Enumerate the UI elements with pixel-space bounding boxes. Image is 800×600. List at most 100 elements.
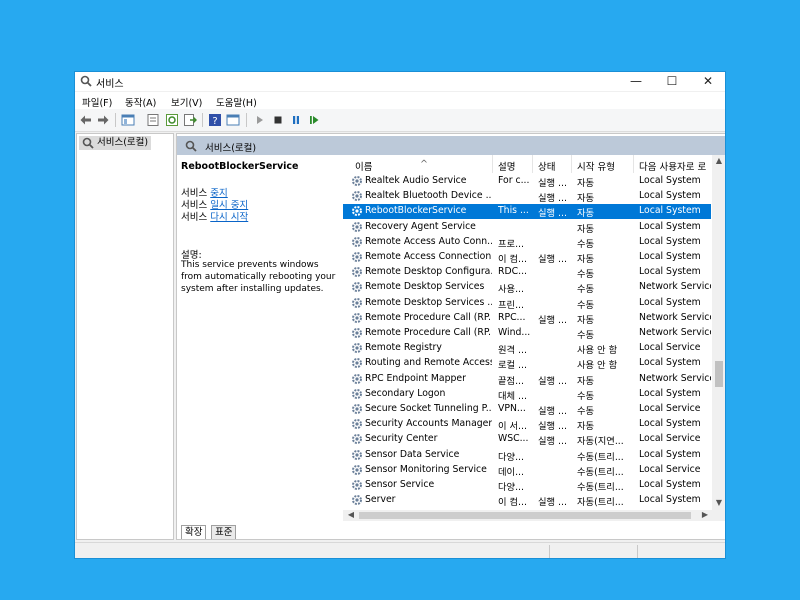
service-startup-type: 자동	[577, 178, 595, 189]
service-log-on-as: Local System	[639, 220, 701, 232]
service-log-on-as: Local System	[639, 357, 701, 369]
service-detail-panel: RebootBlockerService 서비스 중지 서비스 일시 중지 서비…	[177, 155, 342, 519]
service-startup-type: 자동	[577, 314, 595, 326]
services-icon	[82, 137, 94, 149]
scroll-right-icon[interactable]: ▶	[698, 510, 712, 519]
minimize-button[interactable]: —	[618, 72, 654, 91]
service-name: Realtek Audio Service	[365, 175, 467, 186]
service-log-on-as: Local System	[639, 190, 701, 202]
service-startup-type: 수동	[577, 390, 595, 402]
service-row[interactable]: Security Center WSC... 실행 ... 자동(지연... Local…	[343, 432, 711, 447]
service-name: Realtek Bluetooth Device ...	[365, 190, 492, 202]
service-row[interactable]: Remote Desktop Services ... 프린... 수동 Local …	[343, 296, 711, 311]
service-status: 실행 ...	[538, 497, 567, 509]
service-status: 실행 ...	[538, 375, 567, 387]
service-desc: 사용...	[498, 284, 524, 296]
pause-service-icon[interactable]	[289, 113, 303, 127]
service-name: Remote Desktop Services ...	[365, 296, 492, 308]
service-gear-icon	[352, 267, 362, 278]
tab-standard[interactable]: 표준	[211, 525, 237, 539]
menu-help[interactable]: 도움말(H)	[216, 95, 257, 109]
service-gear-icon	[352, 495, 362, 506]
service-desc: WSC...	[498, 433, 529, 445]
service-row[interactable]: Remote Desktop Services 사용... 수동 Network Se…	[343, 280, 711, 295]
service-row[interactable]: Sensor Service 다양... 수동(트리... Local System	[343, 478, 711, 493]
service-name: Routing and Remote Access	[365, 357, 492, 369]
service-log-on-as: Local System	[639, 418, 701, 430]
service-log-on-as: Local Service	[639, 403, 701, 414]
console-tree-icon[interactable]	[121, 113, 135, 127]
service-gear-icon	[352, 343, 362, 354]
service-name: Remote Procedure Call (RP...	[365, 311, 492, 323]
service-row[interactable]: RebootBlockerService This ... 실행 ... 자동 Loca…	[343, 204, 711, 220]
service-startup-type: 수동	[577, 299, 595, 311]
services-pane: 서비스(로컬) RebootBlockerService 서비스 중지 서비스 …	[176, 133, 725, 540]
service-startup-type: 수동	[577, 406, 595, 417]
service-gear-icon	[352, 404, 362, 414]
service-name: Remote Desktop Configura...	[365, 266, 492, 278]
refresh-icon[interactable]	[165, 113, 179, 127]
stop-service-icon[interactable]	[271, 113, 285, 127]
horizontal-scrollbar[interactable]: ◀ ▶	[343, 510, 725, 521]
restart-link[interactable]: 다시 시작	[210, 212, 248, 223]
service-row[interactable]: Sensor Data Service 다양... 수동(트리... Local Sy…	[343, 448, 711, 463]
horizontal-scroll-thumb[interactable]	[359, 512, 691, 519]
service-row[interactable]: Server 이 컴... 실행 ... 자동(트리... Local System	[343, 493, 711, 508]
service-row[interactable]: Sensor Monitoring Service 데이... 수동(트리... Lo…	[343, 463, 711, 478]
service-row[interactable]: Remote Procedure Call (RP... Wind... 수동 Net…	[343, 326, 711, 341]
service-row[interactable]: Remote Procedure Call (RP... RPC... 실행 ...…	[343, 311, 711, 326]
service-row[interactable]: Remote Registry 원격 ... 사용 안 함 Local Service	[343, 341, 711, 356]
service-desc: 로컬 ...	[498, 360, 527, 372]
service-row[interactable]: Realtek Audio Service For c... 실행 ... 자동 Loc…	[343, 174, 711, 189]
vertical-scrollbar[interactable]: ▲ ▼	[712, 155, 725, 510]
service-row[interactable]: Secondary Logon 대체 ... 수동 Local System	[343, 387, 711, 402]
service-row[interactable]: Secure Socket Tunneling P... VPN... 실행 ...…	[343, 402, 711, 417]
help-icon[interactable]: ?	[208, 113, 222, 127]
column-status[interactable]: 상태	[538, 159, 555, 173]
service-log-on-as: Local System	[639, 296, 701, 308]
column-name[interactable]: 이름	[355, 159, 372, 173]
service-log-on-as: Network Service	[639, 311, 711, 323]
service-log-on-as: Local System	[639, 251, 701, 262]
service-row[interactable]: Routing and Remote Access 로컬 ... 사용 안 함 Loc…	[343, 356, 711, 371]
service-row[interactable]: Remote Access Auto Conn... 프로... 수동 Local S…	[343, 235, 711, 250]
service-desc: 끝점...	[498, 375, 524, 387]
service-row[interactable]: RPC Endpoint Mapper 끝점... 실행 ... 자동 Network …	[343, 372, 711, 387]
scroll-down-icon[interactable]: ▼	[712, 498, 725, 507]
start-service-icon[interactable]	[253, 113, 267, 127]
service-gear-icon	[352, 191, 362, 202]
column-description[interactable]: 설명	[498, 159, 515, 173]
menu-file[interactable]: 파일(F)	[82, 95, 112, 109]
view-icon[interactable]	[226, 113, 240, 127]
service-row[interactable]: Realtek Bluetooth Device ... 실행 ... 자동 Loca…	[343, 189, 711, 204]
menu-action[interactable]: 동작(A)	[125, 95, 156, 109]
service-row[interactable]: Remote Access Connection... 이 컴... 실행 ... 자…	[343, 250, 711, 265]
selected-service-name: RebootBlockerService	[181, 161, 299, 172]
service-row[interactable]: Recovery Agent Service 자동 Local System	[343, 220, 711, 235]
close-button[interactable]: ✕	[690, 72, 725, 91]
export-list-icon[interactable]	[183, 113, 197, 127]
maximize-button[interactable]: ☐	[654, 72, 690, 91]
service-gear-icon	[352, 388, 362, 399]
tree-node-services-local[interactable]: 서비스(로컬)	[79, 136, 152, 150]
properties-icon[interactable]	[146, 113, 160, 127]
service-startup-type: 자동	[577, 421, 595, 433]
scroll-up-icon[interactable]: ▲	[712, 156, 725, 165]
restart-service-icon[interactable]	[307, 113, 321, 127]
column-log-on-as[interactable]: 다음 사용자로 로	[639, 159, 706, 173]
service-row[interactable]: Security Accounts Manager 이 서... 실행 ... 자동 L…	[343, 417, 711, 432]
service-status: 실행 ...	[538, 178, 567, 189]
service-gear-icon	[352, 358, 362, 369]
service-startup-type: 자동	[577, 193, 595, 205]
toolbar: ?	[75, 109, 725, 132]
scroll-left-icon[interactable]: ◀	[344, 510, 358, 519]
vertical-scroll-thumb[interactable]	[715, 361, 723, 387]
forward-arrow-icon[interactable]	[96, 113, 110, 127]
column-startup-type[interactable]: 시작 유형	[577, 159, 615, 173]
tab-extended[interactable]: 확장	[181, 525, 207, 539]
title-bar[interactable]: 서비스 — ☐ ✕	[75, 72, 725, 91]
service-name: Recovery Agent Service	[365, 220, 476, 232]
menu-view[interactable]: 보기(V)	[171, 95, 202, 109]
service-row[interactable]: Remote Desktop Configura... RDC... 수동 Local…	[343, 265, 711, 280]
back-arrow-icon[interactable]	[79, 113, 93, 127]
